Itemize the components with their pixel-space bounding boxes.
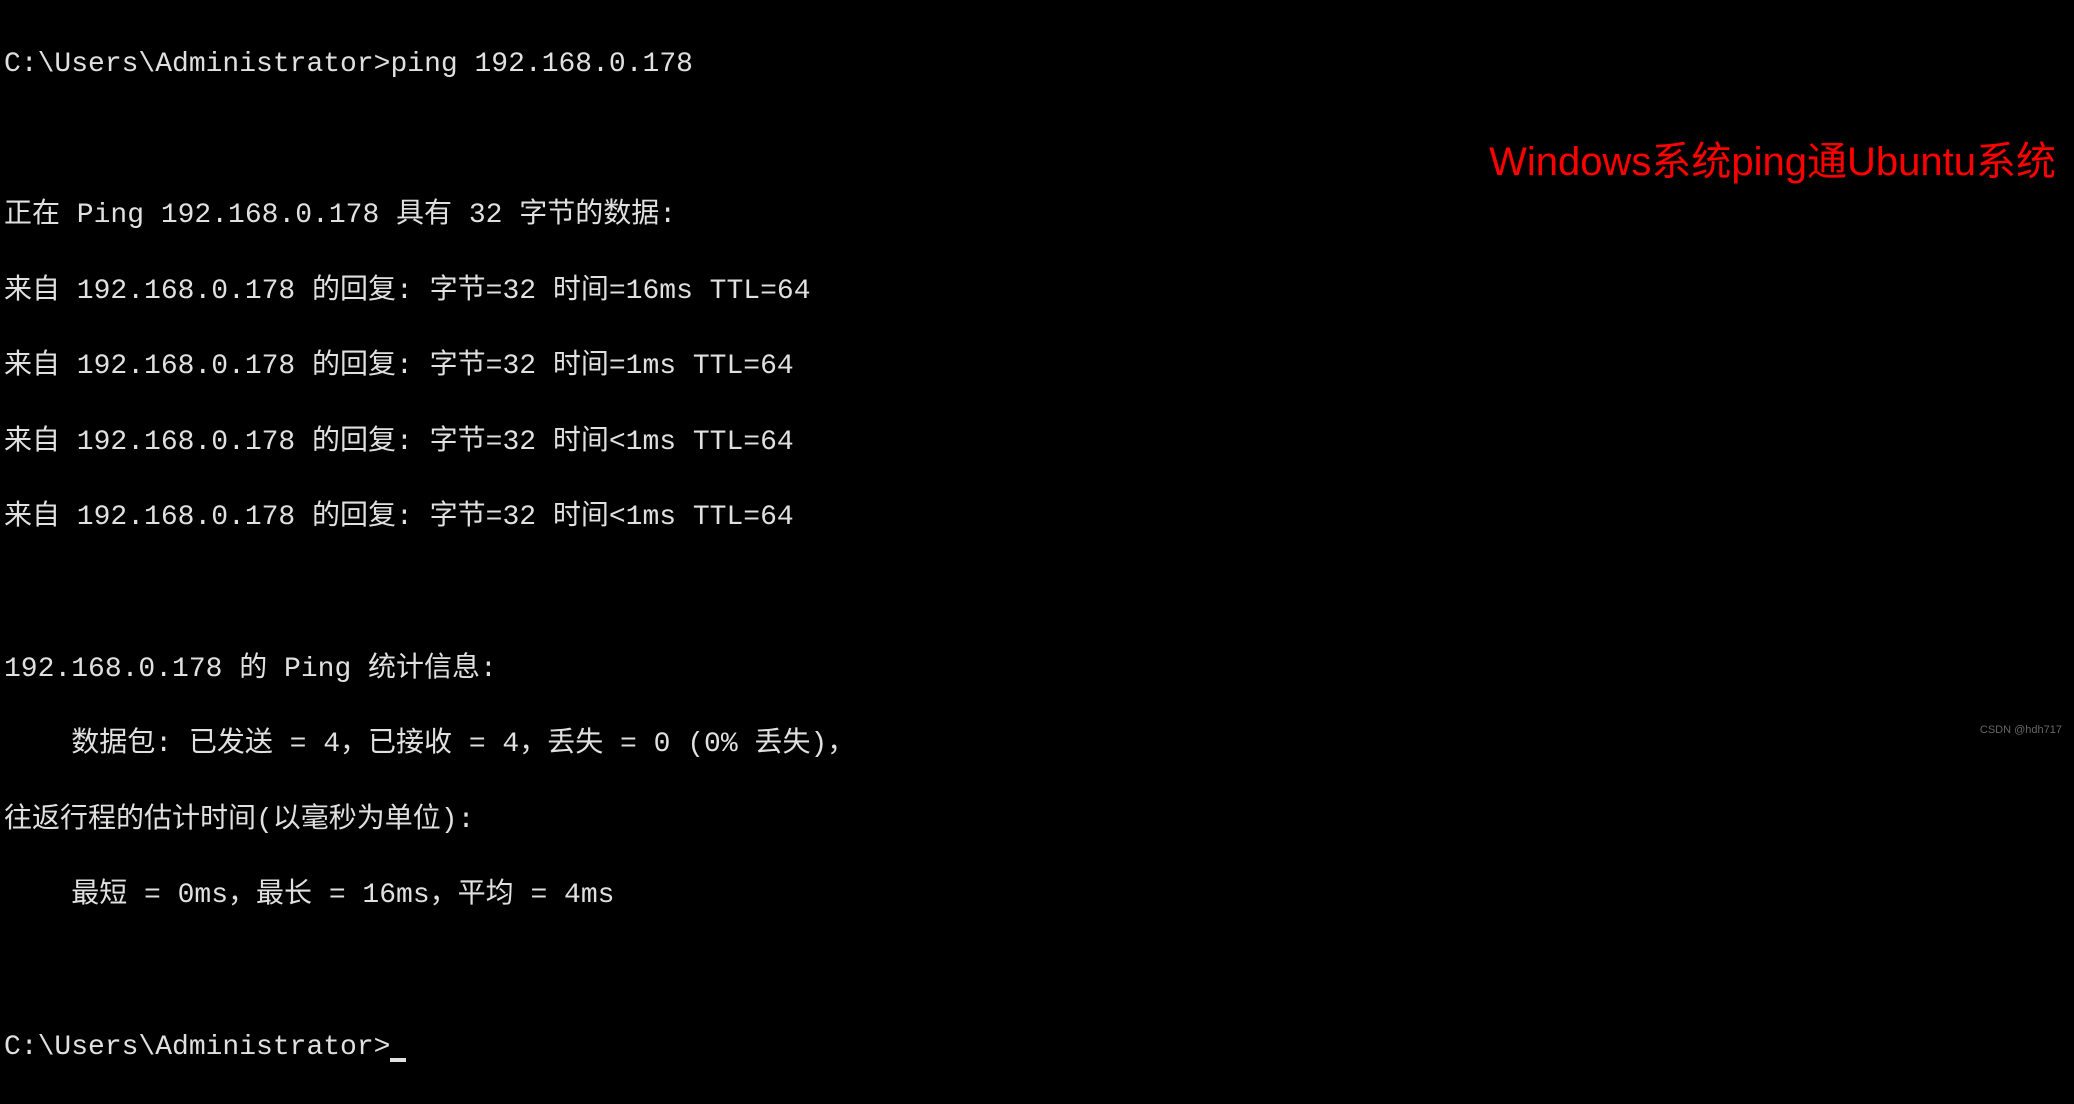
blank-line (4, 575, 2070, 613)
ping-reply-line: 来自 192.168.0.178 的回复: 字节=32 时间=16ms TTL=… (4, 273, 2070, 311)
ping-stats-header: 192.168.0.178 的 Ping 统计信息: (4, 651, 2070, 689)
annotation-text: Windows系统ping通Ubuntu系统 (1489, 135, 2056, 189)
ping-reply-line: 来自 192.168.0.178 的回复: 字节=32 时间<1ms TTL=6… (4, 424, 2070, 462)
ping-header: 正在 Ping 192.168.0.178 具有 32 字节的数据: (4, 197, 2070, 235)
prompt-path: C:\Users\Administrator> (4, 1032, 390, 1063)
ping-stats-trip-values: 最短 = 0ms，最长 = 16ms，平均 = 4ms (4, 877, 2070, 915)
command-text: ping 192.168.0.178 (390, 49, 692, 80)
watermark-text: CSDN @hdh717 (1980, 723, 2062, 738)
prompt-path: C:\Users\Administrator> (4, 49, 390, 80)
command-line: C:\Users\Administrator>ping 192.168.0.17… (4, 46, 2070, 84)
ping-reply-line: 来自 192.168.0.178 的回复: 字节=32 时间<1ms TTL=6… (4, 499, 2070, 537)
blank-line (4, 953, 2070, 991)
cursor (390, 1058, 406, 1062)
ping-stats-trip-header: 往返行程的估计时间(以毫秒为单位): (4, 802, 2070, 840)
ping-reply-line: 来自 192.168.0.178 的回复: 字节=32 时间=1ms TTL=6… (4, 348, 2070, 386)
ping-stats-packets: 数据包: 已发送 = 4，已接收 = 4，丢失 = 0 (0% 丢失)， (4, 726, 2070, 764)
prompt-line: C:\Users\Administrator> (4, 1029, 2070, 1067)
